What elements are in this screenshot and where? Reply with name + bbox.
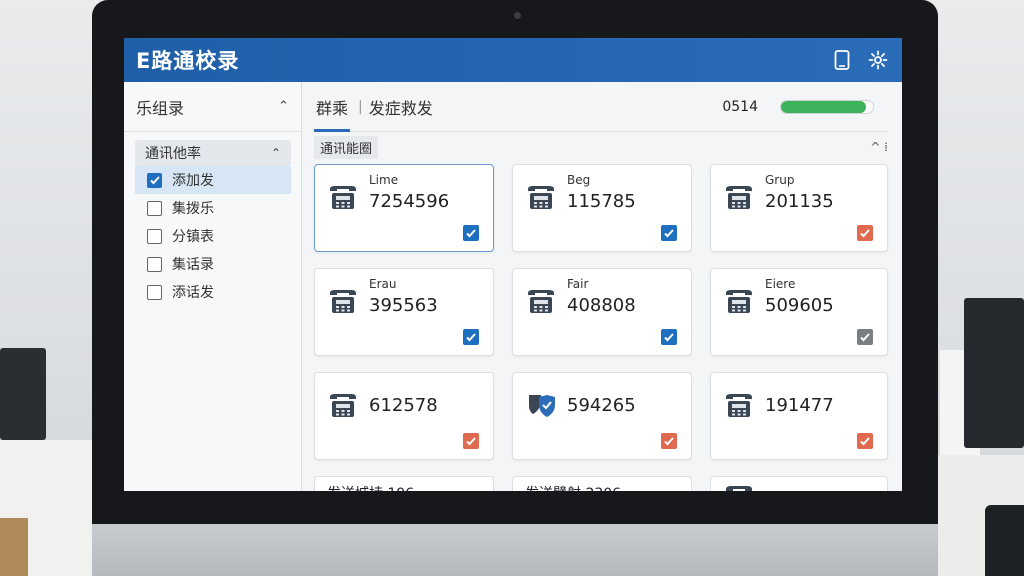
desk-phone-icon [723, 391, 755, 423]
contact-card[interactable]: Beg 115785 [512, 164, 692, 252]
desk-phone-icon [327, 287, 359, 319]
desk-phone-icon [327, 183, 359, 215]
sidebar-header[interactable]: 乐组录 ⌃ [124, 82, 301, 132]
checkbox[interactable] [147, 172, 162, 188]
contact-number: 7254596 [369, 191, 450, 212]
progress-bar [780, 100, 874, 114]
shield-phone-icon [525, 391, 557, 423]
sidebar: 乐组录 ⌃ 通讯他率 ⌃ 添加发集拨乐分镇表集话录添话发 [124, 82, 302, 491]
desk-phone-icon [327, 391, 359, 423]
contact-number: 191477 [765, 395, 834, 416]
chevron-up-icon[interactable]: ⌃ [278, 99, 289, 114]
card-checkbox[interactable] [661, 329, 677, 345]
contact-card-partial[interactable]: 发送城持 196 [314, 476, 494, 491]
background-box [0, 518, 28, 576]
contact-card[interactable]: Eiere 509605 [710, 268, 888, 356]
checkbox[interactable] [147, 284, 162, 300]
card-checkbox[interactable] [661, 433, 677, 449]
progress-fill [781, 101, 866, 113]
contact-number: 594265 [567, 395, 636, 416]
contact-card[interactable]: 612578 [314, 372, 494, 460]
background-monitor-right [964, 298, 1024, 448]
contact-name: Grup [765, 173, 795, 187]
title-bar: E路通校录 [124, 38, 902, 82]
contact-number: 201135 [765, 191, 834, 212]
card-checkbox[interactable] [463, 329, 479, 345]
tab-send[interactable]: 发症救发 [367, 82, 435, 132]
sidebar-item-label: 添话发 [172, 285, 214, 301]
contact-card[interactable]: Erau 395563 [314, 268, 494, 356]
chevron-up-icon[interactable]: ⌃ [271, 146, 281, 160]
contact-name: Erau [369, 277, 397, 291]
contact-name: Lime [369, 173, 399, 187]
checkbox[interactable] [147, 228, 162, 244]
contact-number: 115785 [567, 191, 636, 212]
desk-phone-icon [525, 183, 557, 215]
contact-card[interactable]: 191477 [710, 372, 888, 460]
app-window: E路通校录 乐组录 ⌃ 通讯他率 ⌃ 添加发集拨乐分镇表集话录添话发 群乘 [124, 38, 902, 491]
contact-card-partial[interactable]: 发送甓射 2306 [512, 476, 692, 491]
sidebar-item-label: 添加发 [172, 173, 214, 189]
card-checkbox[interactable] [463, 225, 479, 241]
sidebar-item[interactable]: 添话发 [135, 278, 291, 306]
checkbox[interactable] [147, 200, 162, 216]
contact-name: Eiere [765, 277, 796, 291]
card-checkbox[interactable] [857, 329, 873, 345]
desk-phone-icon [525, 287, 557, 319]
sidebar-item[interactable]: 集话录 [135, 250, 291, 278]
card-checkbox[interactable] [661, 225, 677, 241]
monitor-chin [92, 524, 938, 576]
checkbox[interactable] [147, 256, 162, 272]
contact-card[interactable]: Lime 7254596 [314, 164, 494, 252]
card-checkbox[interactable] [463, 433, 479, 449]
main-panel: 群乘 | 发症救发 0514 通讯能圈 ^ ⁞ Lime 7254596 Beg 11… [302, 82, 902, 491]
contact-card[interactable]: Fair 408808 [512, 268, 692, 356]
contact-number: 509605 [765, 295, 834, 316]
background-monitor-left [0, 348, 46, 440]
tablet-icon[interactable] [834, 50, 850, 70]
progress-label: 0514 [722, 99, 758, 115]
tab-bar: 群乘 | 发症救发 0514 [314, 82, 888, 132]
desk-phone-icon [723, 287, 755, 319]
section-label: 通讯能圈 [314, 135, 379, 159]
card-checkbox[interactable] [857, 433, 873, 449]
contact-grid: Lime 7254596 Beg 115785 Grup 201135 Erau 395563… [314, 162, 888, 460]
contact-card-partial[interactable] [710, 476, 888, 491]
contact-card[interactable]: Grup 201135 [710, 164, 888, 252]
tab-separator: | [358, 98, 363, 115]
tab-group[interactable]: 群乘 [314, 82, 351, 132]
sidebar-item-label: 分镇表 [172, 229, 214, 245]
card-checkbox[interactable] [857, 225, 873, 241]
group-header[interactable]: 通讯他率 ⌃ [135, 140, 291, 166]
sidebar-title: 乐组录 [136, 98, 185, 118]
group-label: 通讯他率 [145, 146, 201, 162]
app-title: E路通校录 [136, 49, 240, 73]
contact-number: 408808 [567, 295, 636, 316]
sidebar-item[interactable]: 添加发 [135, 166, 291, 194]
collapse-icon[interactable]: ^ ⁞ [870, 140, 888, 154]
webcam [514, 12, 521, 19]
contact-name: Fair [567, 277, 589, 291]
desk-phone-icon [723, 183, 755, 215]
sidebar-item-label: 集话录 [172, 257, 214, 273]
sidebar-item[interactable]: 集拨乐 [135, 194, 291, 222]
background-chair [985, 505, 1024, 576]
contact-number: 395563 [369, 295, 438, 316]
sidebar-item[interactable]: 分镇表 [135, 222, 291, 250]
gear-icon[interactable] [868, 50, 888, 70]
contact-number: 612578 [369, 395, 438, 416]
sidebar-item-label: 集拨乐 [172, 201, 214, 217]
contact-card[interactable]: 594265 [512, 372, 692, 460]
contact-name: Beg [567, 173, 591, 187]
